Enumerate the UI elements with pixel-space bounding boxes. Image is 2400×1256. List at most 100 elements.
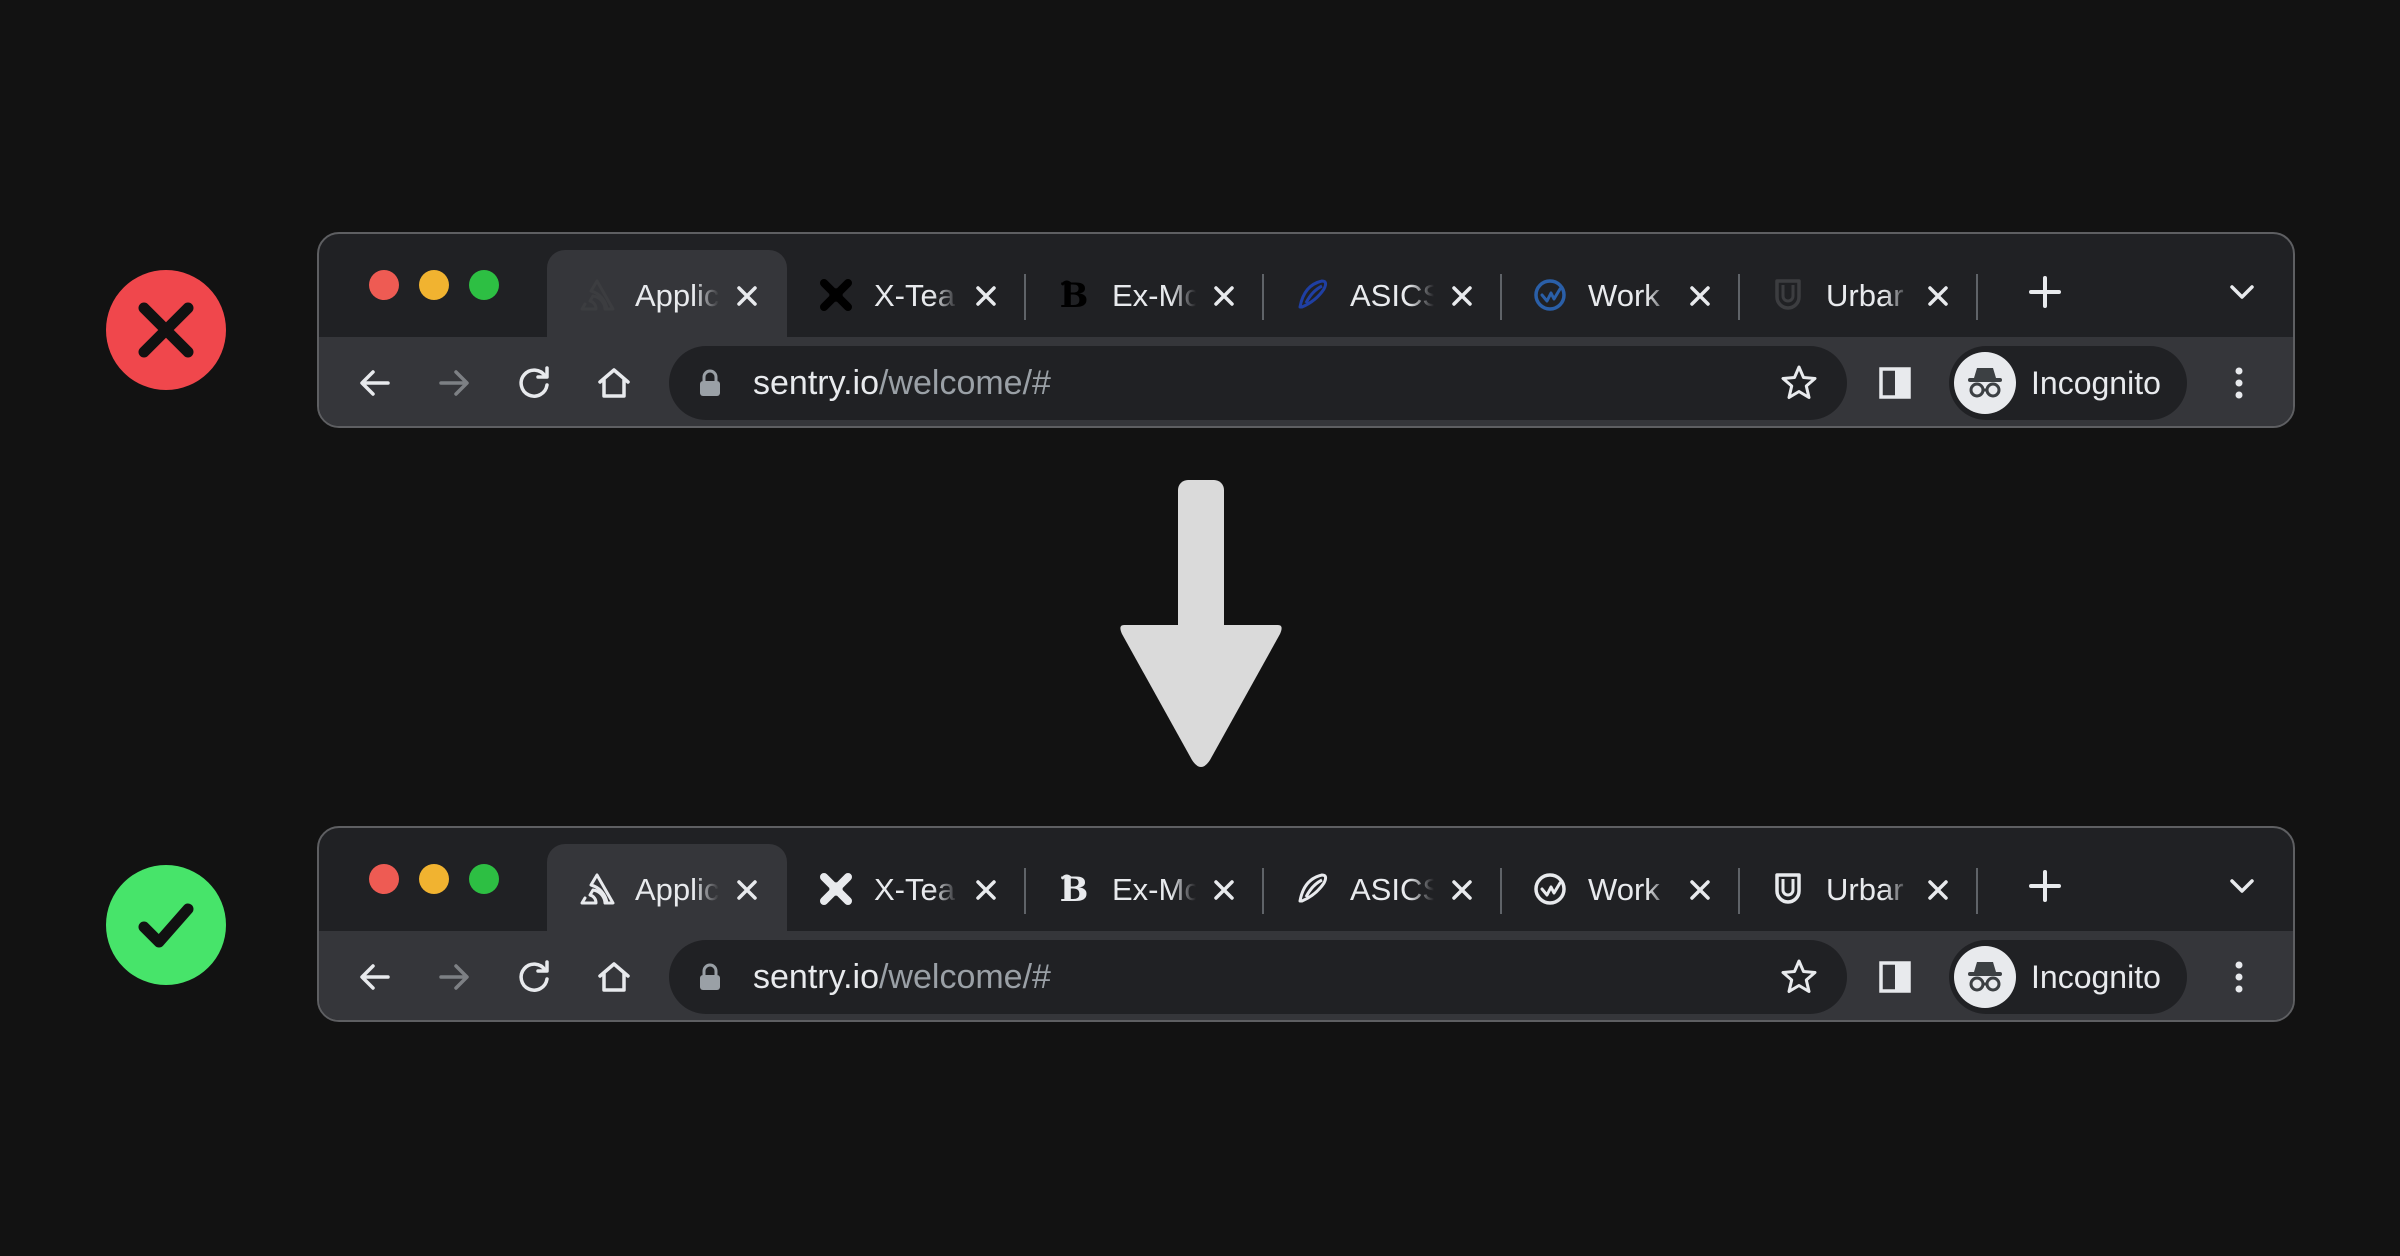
lock-icon[interactable] bbox=[697, 369, 723, 397]
tab[interactable]: ASICS bbox=[1262, 844, 1502, 931]
tab-strip: Applic X-Tea B Ex-Mc ASICS Work Urbar bbox=[319, 828, 2293, 931]
minimize-window-button[interactable] bbox=[419, 270, 449, 300]
incognito-profile-button[interactable]: Incognito bbox=[1949, 346, 2187, 420]
avatar bbox=[1954, 946, 2016, 1008]
close-tab-button[interactable] bbox=[970, 280, 1002, 312]
close-icon bbox=[737, 286, 757, 306]
reload-icon bbox=[519, 960, 549, 992]
close-tab-button[interactable] bbox=[731, 280, 763, 312]
zoom-window-button[interactable] bbox=[469, 270, 499, 300]
close-tab-button[interactable] bbox=[1684, 280, 1716, 312]
incognito-profile-button[interactable]: Incognito bbox=[1949, 940, 2187, 1014]
tab-active[interactable]: Applic bbox=[547, 250, 787, 337]
home-button[interactable] bbox=[590, 953, 638, 1001]
checkmark-icon bbox=[138, 903, 194, 948]
close-tab-button[interactable] bbox=[970, 874, 1002, 906]
bookmark-star-icon[interactable] bbox=[1779, 363, 1819, 403]
x-mark-icon bbox=[138, 302, 194, 358]
arrow-right-icon bbox=[439, 370, 469, 396]
tab[interactable]: Work bbox=[1500, 250, 1740, 337]
reload-button[interactable] bbox=[510, 359, 558, 407]
browser-window-before: Applic X-Tea B Ex-Mc ASICS Work Urbar se… bbox=[317, 232, 2295, 428]
side-panel-icon bbox=[1879, 961, 1911, 993]
url-path: /welcome/# bbox=[878, 958, 1051, 996]
tab[interactable]: Urbar bbox=[1738, 844, 1978, 931]
blackletter-b-icon: B bbox=[1054, 275, 1094, 315]
new-tab-button[interactable] bbox=[2025, 272, 2065, 312]
close-icon bbox=[1452, 286, 1472, 306]
side-panel-button[interactable] bbox=[1871, 359, 1919, 407]
reload-button[interactable] bbox=[510, 953, 558, 1001]
close-tab-button[interactable] bbox=[1208, 280, 1240, 312]
close-icon bbox=[1452, 880, 1472, 900]
forward-button[interactable] bbox=[430, 359, 478, 407]
close-tab-button[interactable] bbox=[731, 874, 763, 906]
tab-title: Applic bbox=[635, 278, 719, 313]
tab[interactable]: ASICS bbox=[1262, 250, 1502, 337]
tab-strip: Applic X-Tea B Ex-Mc ASICS Work Urbar bbox=[319, 234, 2293, 337]
address-bar[interactable]: sentry.io/welcome/# bbox=[669, 346, 1847, 420]
arrow-right-icon bbox=[439, 964, 469, 990]
close-icon bbox=[1690, 880, 1710, 900]
more-menu-icon[interactable] bbox=[2215, 359, 2263, 407]
tab-title: X-Tea bbox=[874, 872, 955, 907]
side-panel-button[interactable] bbox=[1871, 953, 1919, 1001]
tab-title: ASICS bbox=[1350, 278, 1434, 313]
back-button[interactable] bbox=[351, 953, 399, 1001]
tab[interactable]: Work bbox=[1500, 844, 1740, 931]
comparison-stage: Applic X-Tea B Ex-Mc ASICS Work Urbar se… bbox=[0, 0, 2400, 1256]
tab-title: Urbar bbox=[1826, 872, 1904, 907]
home-icon bbox=[598, 962, 630, 992]
close-icon bbox=[1214, 880, 1234, 900]
close-window-button[interactable] bbox=[369, 270, 399, 300]
address-bar[interactable]: sentry.io/welcome/# bbox=[669, 940, 1847, 1014]
profile-label: Incognito bbox=[2031, 365, 2161, 401]
forward-button[interactable] bbox=[430, 953, 478, 1001]
workflow-check-icon bbox=[1530, 869, 1570, 909]
workflow-check-icon bbox=[1530, 275, 1570, 315]
close-icon bbox=[976, 880, 996, 900]
close-tab-button[interactable] bbox=[1684, 874, 1716, 906]
asics-logo-icon bbox=[1292, 869, 1332, 909]
error-badge bbox=[106, 270, 226, 390]
close-icon bbox=[1690, 286, 1710, 306]
arrow-left-icon bbox=[360, 370, 390, 396]
tab-title: X-Tea bbox=[874, 278, 955, 313]
close-window-button[interactable] bbox=[369, 864, 399, 894]
blackletter-b-icon: B bbox=[1054, 869, 1094, 909]
shield-u-icon bbox=[1768, 869, 1808, 909]
back-button[interactable] bbox=[351, 359, 399, 407]
tab-active[interactable]: Applic bbox=[547, 844, 787, 931]
home-button[interactable] bbox=[590, 359, 638, 407]
url-text: sentry.io/welcome/# bbox=[753, 957, 1051, 997]
close-tab-button[interactable] bbox=[1208, 874, 1240, 906]
close-tab-button[interactable] bbox=[1922, 874, 1954, 906]
browser-window-after: Applic X-Tea B Ex-Mc ASICS Work Urbar se… bbox=[317, 826, 2295, 1022]
incognito-icon bbox=[1968, 368, 2002, 398]
tab[interactable]: B Ex-Mc bbox=[1024, 844, 1264, 931]
lock-icon[interactable] bbox=[697, 963, 723, 991]
sentry-logo-icon bbox=[577, 869, 617, 909]
avatar bbox=[1954, 352, 2016, 414]
tab-separator bbox=[1976, 274, 1978, 320]
sentry-logo-icon bbox=[577, 275, 617, 315]
shield-u-icon bbox=[1768, 275, 1808, 315]
zoom-window-button[interactable] bbox=[469, 864, 499, 894]
close-tab-button[interactable] bbox=[1446, 874, 1478, 906]
bookmark-star-icon[interactable] bbox=[1779, 957, 1819, 997]
tab-search-chevron-icon[interactable] bbox=[2224, 274, 2260, 310]
success-badge bbox=[106, 865, 226, 985]
tab-title: Applic bbox=[635, 872, 719, 907]
tab[interactable]: Urbar bbox=[1738, 250, 1978, 337]
minimize-window-button[interactable] bbox=[419, 864, 449, 894]
tab-search-chevron-icon[interactable] bbox=[2224, 868, 2260, 904]
reload-icon bbox=[519, 366, 549, 398]
tab[interactable]: X-Tea bbox=[786, 844, 1026, 931]
more-menu-icon[interactable] bbox=[2215, 953, 2263, 1001]
tab-separator bbox=[1976, 868, 1978, 914]
close-tab-button[interactable] bbox=[1446, 280, 1478, 312]
close-tab-button[interactable] bbox=[1922, 280, 1954, 312]
tab[interactable]: X-Tea bbox=[786, 250, 1026, 337]
tab[interactable]: B Ex-Mc bbox=[1024, 250, 1264, 337]
new-tab-button[interactable] bbox=[2025, 866, 2065, 906]
